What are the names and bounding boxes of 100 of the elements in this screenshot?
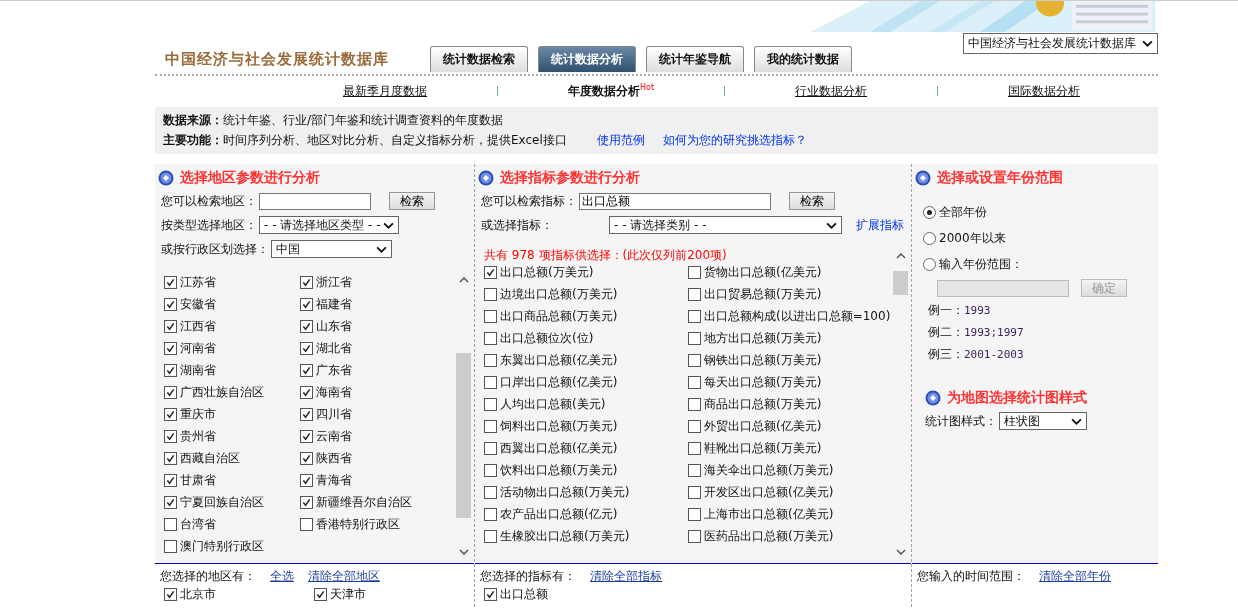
checkbox[interactable] — [300, 297, 313, 311]
checkbox[interactable] — [484, 287, 497, 301]
checkbox[interactable] — [688, 397, 701, 411]
admin-region-select[interactable]: 中国 — [271, 240, 392, 258]
checkbox[interactable] — [164, 385, 177, 399]
checkbox[interactable] — [300, 473, 313, 487]
search-button[interactable]: 检索 — [389, 192, 435, 210]
radio-button[interactable] — [923, 205, 936, 219]
checkbox[interactable] — [300, 319, 313, 333]
database-select[interactable]: 中国经济与社会发展统计数据库 — [963, 33, 1158, 54]
checkbox[interactable] — [314, 587, 327, 601]
region-label: 安徽省 — [180, 295, 216, 313]
checkbox[interactable] — [688, 287, 701, 301]
nav-tab[interactable]: 统计数据检索 — [430, 46, 528, 72]
select-all-link[interactable]: 全选 — [270, 567, 294, 585]
checkbox[interactable] — [688, 331, 701, 345]
checkbox[interactable] — [484, 265, 497, 279]
sub-nav-link[interactable]: 最新季月度数据 — [341, 82, 429, 100]
checkbox[interactable] — [300, 363, 313, 377]
checkbox[interactable] — [164, 539, 177, 553]
nav-tab[interactable]: 我的统计数据 — [754, 46, 852, 72]
scroll-down-icon[interactable] — [895, 549, 906, 555]
region-label: 宁夏回族自治区 — [180, 493, 264, 511]
region-type-select[interactable]: - - 请选择地区类型 - - — [259, 216, 399, 234]
checkbox[interactable] — [300, 407, 313, 421]
checkbox[interactable] — [300, 275, 313, 289]
scroll-down-icon[interactable] — [458, 549, 469, 555]
radio-button[interactable] — [923, 231, 936, 245]
checkbox[interactable] — [164, 429, 177, 443]
nav-tab[interactable]: 统计数据分析 — [538, 46, 636, 72]
indicator-label: 人均出口总额(美元) — [500, 395, 606, 413]
checkbox[interactable] — [484, 441, 497, 455]
checkbox[interactable] — [688, 265, 701, 279]
checkbox[interactable] — [484, 507, 497, 521]
field-label: 按类型选择地区： — [161, 216, 257, 234]
checkbox[interactable] — [484, 587, 497, 601]
checkbox[interactable] — [688, 441, 701, 455]
checkbox[interactable] — [164, 451, 177, 465]
checkbox[interactable] — [300, 429, 313, 443]
chart-style-select[interactable]: 柱状图 — [999, 412, 1087, 430]
checkbox[interactable] — [164, 363, 177, 377]
checkbox[interactable] — [688, 463, 701, 477]
expand-link[interactable]: 扩展指标 — [856, 216, 904, 234]
sub-nav-link[interactable]: 行业数据分析 — [793, 82, 870, 100]
indicator-label: 边境出口总额(万美元) — [500, 285, 618, 303]
checkbox[interactable] — [164, 407, 177, 421]
clear-link[interactable]: 清除全部年份 — [1039, 567, 1111, 585]
checkbox[interactable] — [688, 529, 701, 543]
checkbox[interactable] — [300, 385, 313, 399]
search-button[interactable]: 检索 — [789, 192, 835, 210]
clear-link[interactable]: 清除全部地区 — [308, 567, 380, 585]
search-field[interactable] — [259, 192, 371, 210]
selected-indicator: 出口总额 — [500, 585, 548, 603]
field-label: 或选择指标： — [481, 216, 554, 234]
checkbox[interactable] — [164, 319, 177, 333]
checkbox[interactable] — [484, 485, 497, 499]
scroll-up-icon[interactable] — [895, 253, 906, 259]
category-select[interactable]: - - 请选择类别 - - — [609, 216, 842, 234]
scrollbar-thumb[interactable] — [456, 352, 471, 518]
sub-nav-link[interactable]: 国际数据分析 — [1006, 82, 1083, 100]
checkbox[interactable] — [688, 353, 701, 367]
help-link[interactable]: 如何为您的研究挑选指标？ — [662, 131, 807, 149]
checkbox[interactable] — [484, 463, 497, 477]
checkbox[interactable] — [688, 375, 701, 389]
search-field[interactable]: 出口总额 — [579, 192, 771, 210]
caret-icon — [383, 221, 394, 229]
checkbox[interactable] — [484, 331, 497, 345]
checkbox[interactable] — [688, 485, 701, 499]
checkbox[interactable] — [164, 275, 177, 289]
checkbox[interactable] — [164, 341, 177, 355]
clear-link[interactable]: 清除全部指标 — [590, 567, 662, 585]
checkbox[interactable] — [164, 587, 177, 601]
checkbox[interactable] — [300, 495, 313, 509]
checkbox[interactable] — [164, 517, 177, 531]
indicator-label: 生橡胶出口总额(万美元) — [500, 527, 630, 545]
checkbox[interactable] — [484, 375, 497, 389]
checkbox[interactable] — [688, 419, 701, 433]
checkbox[interactable] — [688, 309, 701, 323]
help-link[interactable]: 使用范例 — [596, 131, 645, 149]
checkbox[interactable] — [484, 419, 497, 433]
sub-nav-link[interactable]: 年度数据分析$^{Hot}$ — [566, 82, 657, 100]
selected-region: 北京市 — [180, 585, 216, 603]
checkbox[interactable] — [484, 397, 497, 411]
radio-button[interactable] — [923, 257, 936, 271]
nav-tab[interactable]: 统计年鉴导航 — [646, 46, 744, 72]
checkbox[interactable] — [300, 451, 313, 465]
checkbox[interactable] — [164, 495, 177, 509]
scrollbar-thumb[interactable] — [893, 270, 908, 295]
checkbox[interactable] — [484, 529, 497, 543]
caret-icon — [376, 245, 387, 253]
checkbox[interactable] — [164, 473, 177, 487]
checkbox[interactable] — [484, 353, 497, 367]
info-text: 时间序列分析、地区对比分析、自定义指标分析，提供Excel接口 — [223, 131, 567, 149]
scroll-up-icon[interactable] — [458, 277, 469, 283]
checkbox[interactable] — [164, 297, 177, 311]
checkbox[interactable] — [484, 309, 497, 323]
region-label: 青海省 — [316, 471, 352, 489]
checkbox[interactable] — [688, 507, 701, 521]
checkbox[interactable] — [300, 517, 313, 531]
checkbox[interactable] — [300, 341, 313, 355]
